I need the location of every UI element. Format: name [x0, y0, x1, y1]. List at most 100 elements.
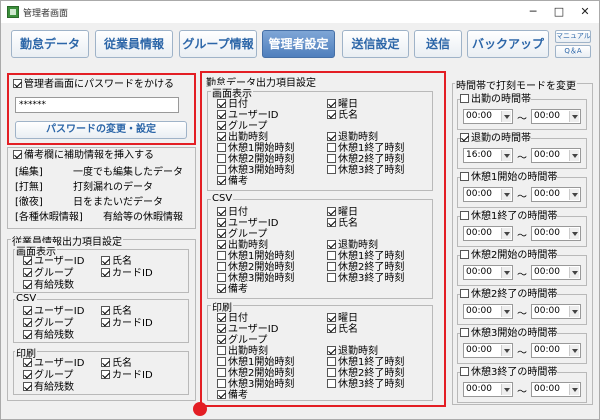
tab-admin-settings[interactable]: 管理者設定 — [262, 30, 335, 58]
employee-field-checkbox[interactable]: ユーザーID — [23, 256, 84, 267]
employee-field-checkbox[interactable]: ユーザーID — [23, 358, 84, 369]
checkbox-box[interactable] — [101, 358, 110, 367]
attendance-field-checkbox[interactable]: 退勤時刻 — [327, 132, 378, 143]
checkbox-box[interactable] — [23, 382, 32, 391]
checkbox-box[interactable] — [217, 390, 226, 399]
attendance-field-checkbox[interactable]: 休憩1開始時刻 — [217, 357, 294, 368]
time-to-select[interactable]: 00:00 — [531, 226, 581, 241]
maximize-button[interactable]: □ — [546, 3, 572, 21]
checkbox-box[interactable] — [327, 218, 336, 227]
attendance-field-checkbox[interactable]: 休憩2開始時刻 — [217, 154, 294, 165]
attendance-field-checkbox[interactable]: 休憩1終了時刻 — [327, 357, 404, 368]
attendance-field-checkbox[interactable]: 日付 — [217, 313, 248, 324]
attendance-field-checkbox[interactable]: 休憩2開始時刻 — [217, 368, 294, 379]
checkbox-box[interactable] — [217, 165, 226, 174]
time-to-select[interactable]: 00:00 — [531, 343, 581, 358]
time-from-select[interactable]: 00:00 — [463, 304, 513, 319]
time-row-checkbox[interactable]: 休憩3終了の時間帯 — [460, 367, 558, 378]
checkbox-box[interactable] — [23, 268, 32, 277]
checkbox-box[interactable] — [460, 94, 469, 103]
checkbox-box[interactable] — [327, 324, 336, 333]
employee-field-checkbox[interactable]: グループ — [23, 318, 73, 329]
checkbox-box[interactable] — [217, 143, 226, 152]
checkbox-box[interactable] — [327, 346, 336, 355]
attendance-field-checkbox[interactable]: 休憩2終了時刻 — [327, 368, 404, 379]
checkbox-box[interactable] — [217, 379, 226, 388]
time-from-select[interactable]: 16:00 — [463, 148, 513, 163]
time-row-checkbox[interactable]: 出勤の時間帯 — [460, 94, 531, 105]
time-row-checkbox[interactable]: 休憩1開始の時間帯 — [460, 172, 558, 183]
checkbox-box[interactable] — [327, 207, 336, 216]
checkbox-box[interactable] — [327, 368, 336, 377]
checkbox-box[interactable] — [217, 207, 226, 216]
checkbox-box[interactable] — [460, 289, 469, 298]
checkbox-box[interactable] — [13, 150, 22, 159]
checkbox-box[interactable] — [23, 256, 32, 265]
checkbox-box[interactable] — [217, 132, 226, 141]
checkbox-box[interactable] — [217, 357, 226, 366]
checkbox-box[interactable] — [217, 284, 226, 293]
checkbox-box[interactable] — [217, 346, 226, 355]
employee-field-checkbox[interactable]: カードID — [101, 318, 153, 329]
checkbox-box[interactable] — [217, 121, 226, 130]
attendance-field-checkbox[interactable]: 出勤時刻 — [217, 240, 268, 251]
employee-field-checkbox[interactable]: 有給残数 — [23, 382, 74, 393]
qa-button[interactable]: Q＆A — [555, 45, 591, 58]
employee-field-checkbox[interactable]: カードID — [101, 268, 153, 279]
attendance-field-checkbox[interactable]: 休憩3終了時刻 — [327, 165, 404, 176]
checkbox-box[interactable] — [23, 280, 32, 289]
time-to-select[interactable]: 00:00 — [531, 187, 581, 202]
employee-field-checkbox[interactable]: 氏名 — [101, 358, 132, 369]
time-to-select[interactable]: 00:00 — [531, 382, 581, 397]
attendance-field-checkbox[interactable]: ユーザーID — [217, 324, 278, 335]
attendance-field-checkbox[interactable]: 休憩3終了時刻 — [327, 379, 404, 390]
attendance-field-checkbox[interactable]: 退勤時刻 — [327, 240, 378, 251]
manual-button[interactable]: マニュアル — [555, 30, 591, 43]
attendance-field-checkbox[interactable]: 備考 — [217, 390, 248, 401]
minimize-button[interactable]: ─ — [520, 3, 546, 21]
checkbox-box[interactable] — [217, 218, 226, 227]
time-row-checkbox[interactable]: 休憩2終了の時間帯 — [460, 289, 558, 300]
checkbox-box[interactable] — [23, 330, 32, 339]
employee-field-checkbox[interactable]: カードID — [101, 370, 153, 381]
attendance-field-checkbox[interactable]: 休憩2終了時刻 — [327, 262, 404, 273]
time-row-checkbox[interactable]: 休憩1終了の時間帯 — [460, 211, 558, 222]
checkbox-box[interactable] — [460, 328, 469, 337]
checkbox-box[interactable] — [327, 313, 336, 322]
checkbox-box[interactable] — [217, 99, 226, 108]
time-to-select[interactable]: 00:00 — [531, 304, 581, 319]
time-row-checkbox[interactable]: 休憩3開始の時間帯 — [460, 328, 558, 339]
time-from-select[interactable]: 00:00 — [463, 265, 513, 280]
checkbox-box[interactable] — [217, 273, 226, 282]
attendance-field-checkbox[interactable]: 備考 — [217, 284, 248, 295]
checkbox-box[interactable] — [23, 306, 32, 315]
checkbox-box[interactable] — [460, 250, 469, 259]
checkbox-box[interactable] — [327, 262, 336, 271]
time-from-select[interactable]: 00:00 — [463, 187, 513, 202]
checkbox-box[interactable] — [327, 132, 336, 141]
checkbox-box[interactable] — [217, 110, 226, 119]
checkbox-box[interactable] — [327, 143, 336, 152]
time-row-checkbox[interactable]: 退勤の時間帯 — [460, 133, 531, 144]
checkbox-box[interactable] — [327, 110, 336, 119]
tab-send[interactable]: 送信 — [414, 30, 462, 58]
attendance-field-checkbox[interactable]: 日付 — [217, 99, 248, 110]
time-to-select[interactable]: 00:00 — [531, 109, 581, 124]
employee-field-checkbox[interactable]: 有給残数 — [23, 330, 74, 341]
attendance-field-checkbox[interactable]: ユーザーID — [217, 110, 278, 121]
checkbox-box[interactable] — [23, 318, 32, 327]
checkbox-box[interactable] — [217, 335, 226, 344]
time-from-select[interactable]: 00:00 — [463, 109, 513, 124]
checkbox-box[interactable] — [23, 358, 32, 367]
checkbox-box[interactable] — [327, 240, 336, 249]
checkbox-box[interactable] — [101, 256, 110, 265]
time-to-select[interactable]: 00:00 — [531, 148, 581, 163]
checkbox-box[interactable] — [217, 240, 226, 249]
checkbox-box[interactable] — [327, 99, 336, 108]
checkbox-box[interactable] — [101, 306, 110, 315]
attendance-field-checkbox[interactable]: 休憩1開始時刻 — [217, 143, 294, 154]
tab-group-info[interactable]: グループ情報 — [179, 30, 257, 58]
attendance-field-checkbox[interactable]: 休憩3開始時刻 — [217, 273, 294, 284]
attendance-field-checkbox[interactable]: 休憩1終了時刻 — [327, 251, 404, 262]
checkbox-box[interactable] — [217, 324, 226, 333]
